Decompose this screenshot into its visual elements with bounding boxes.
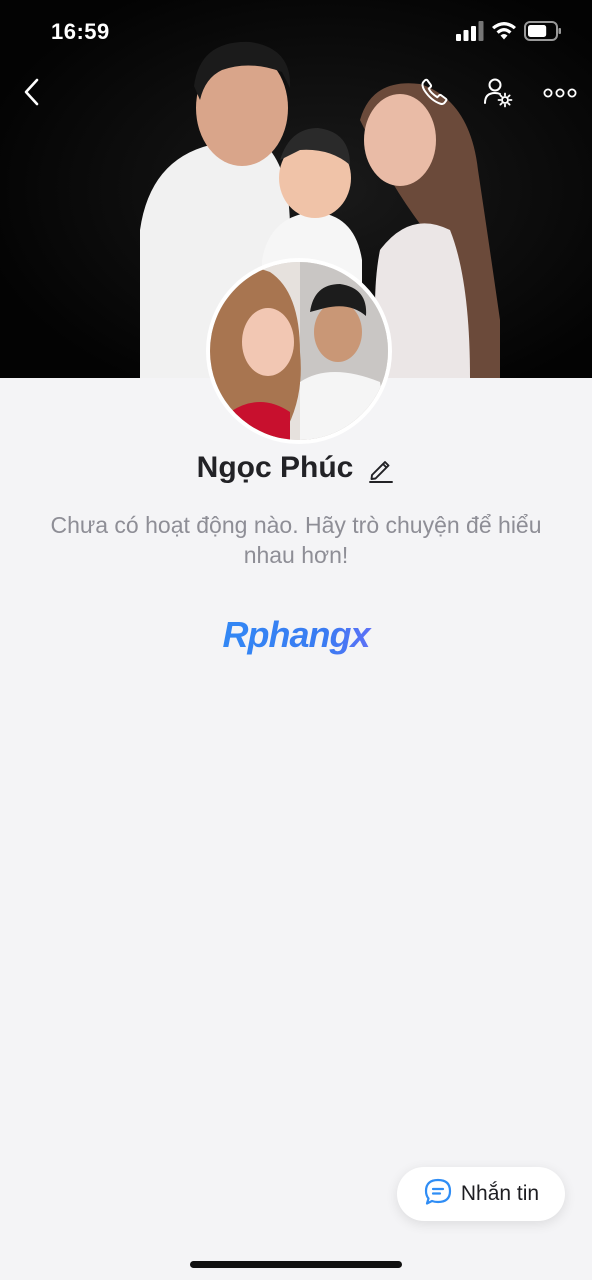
phone-icon — [419, 77, 449, 112]
back-button[interactable] — [10, 72, 54, 116]
profile-name: Ngọc Phúc — [196, 451, 354, 484]
battery-icon — [524, 21, 562, 46]
chevron-left-icon — [21, 77, 43, 112]
send-message-label: Nhắn tin — [460, 1182, 540, 1205]
avatar-image — [210, 262, 388, 440]
more-options-button[interactable] — [538, 72, 582, 116]
cellular-signal-icon — [456, 21, 484, 46]
chat-bubble-icon — [423, 1177, 453, 1212]
profile-name-row: Ngọc Phúc — [0, 448, 592, 488]
status-time: 16:59 — [51, 19, 110, 44]
avatar[interactable] — [206, 258, 392, 444]
profile-settings-button[interactable] — [476, 72, 520, 116]
send-message-button[interactable]: Nhắn tin — [397, 1167, 565, 1221]
user-settings-icon — [482, 76, 514, 113]
call-button[interactable] — [412, 72, 456, 116]
watermark-logo: Rphangx — [0, 614, 592, 656]
home-indicator[interactable] — [190, 1261, 402, 1268]
empty-activity-message: Chưa có hoạt động nào. Hãy trò chuyện để… — [50, 512, 542, 568]
pencil-icon[interactable] — [367, 455, 395, 483]
wifi-icon — [491, 21, 517, 46]
status-bar: 16:59 — [0, 0, 592, 64]
more-horizontal-icon — [543, 85, 577, 103]
